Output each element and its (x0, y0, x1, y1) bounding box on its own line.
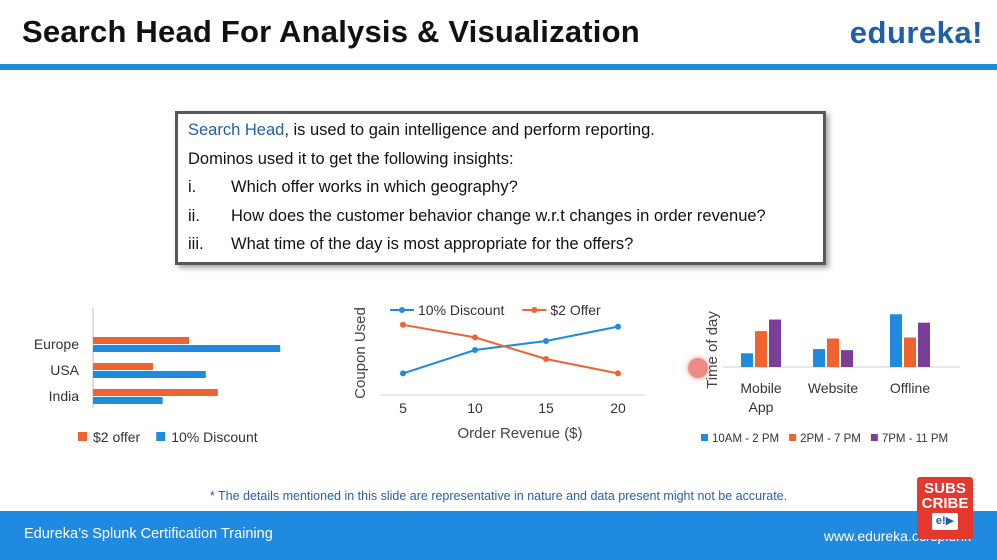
bar (827, 338, 839, 367)
slide-title: Search Head For Analysis & Visualization (22, 14, 640, 49)
tick-label: 15 (538, 400, 554, 416)
legend-label: 7PM - 11 PM (882, 433, 948, 445)
coupon-revenue-chart: 5 10 15 20 Order Revenue ($) Coupon Used 10% D… (352, 302, 645, 442)
search-head-highlight: Search Head (188, 121, 285, 139)
bar (904, 337, 916, 367)
insight-item: ii. How does the customer behavior change… (188, 207, 766, 226)
bar (841, 350, 853, 367)
legend-swatch (156, 432, 166, 441)
legend-marker (531, 307, 538, 313)
subscribe-button[interactable]: SUBS CRIBE e!▶ (917, 477, 973, 539)
bar (93, 389, 218, 396)
data-point (472, 334, 478, 341)
bar (918, 322, 930, 367)
item-number: i. (188, 178, 197, 196)
pointer-highlight (688, 358, 708, 378)
tick-label: 20 (610, 400, 626, 416)
item-number: iii. (188, 235, 204, 253)
bar (741, 353, 753, 367)
bar (813, 349, 825, 367)
category-label: Website (808, 380, 859, 396)
bar (769, 319, 781, 367)
bar (755, 331, 767, 367)
legend-label: 10AM - 2 PM (712, 433, 779, 445)
bar (93, 363, 153, 370)
item-text: What time of the day is most appropriate… (231, 235, 634, 253)
data-point (615, 370, 621, 377)
data-point (543, 356, 549, 362)
footer-course-title: Edureka’s Splunk Certification Training (24, 526, 273, 542)
footnote: * The details mentioned in this slide ar… (209, 489, 788, 503)
insights-box: Search Head, is used to gain intelligenc… (175, 111, 826, 265)
category-label: Mobile App (740, 380, 781, 415)
legend-swatch (78, 432, 87, 441)
legend-swatch (701, 434, 708, 441)
bar (93, 371, 206, 378)
item-text: Which offer works in which geography? (231, 178, 518, 196)
insight-item: i. Which offer works in which geography? (188, 178, 518, 197)
subscribe-text-2: CRIBE (921, 495, 969, 512)
legend-label: $2 Offer (550, 302, 601, 318)
bar (890, 314, 902, 367)
legend-swatch (789, 434, 797, 441)
category-label: India (49, 388, 80, 404)
legend-label: 10% Discount (418, 302, 504, 318)
bar (93, 337, 189, 344)
intro-rest: , is used to gain intelligence and perfo… (284, 121, 655, 139)
category-label: Offline (890, 380, 930, 396)
dominos-line: Dominos used it to get the following ins… (188, 150, 514, 168)
category-label: USA (50, 362, 79, 378)
data-point (400, 321, 406, 328)
data-point (615, 323, 621, 330)
x-axis-label: Order Revenue ($) (457, 425, 582, 442)
tick-label: 10 (467, 400, 483, 416)
data-point (472, 347, 478, 353)
item-number: ii. (188, 207, 200, 225)
legend-marker (399, 307, 405, 313)
slide: Search Head For Analysis & Visualization… (0, 0, 997, 560)
top-divider (0, 64, 997, 70)
y-axis-label: Time of day (704, 311, 721, 389)
data-point (543, 338, 549, 344)
category-label: Europe (34, 336, 79, 352)
play-icon: e!▶ (931, 513, 959, 530)
y-axis-label: Coupon Used (352, 307, 369, 399)
item-text: How does the customer behavior change w.… (231, 207, 766, 225)
edureka-logo: edureka! (849, 15, 983, 50)
legend-label: $2 offer (93, 429, 141, 445)
legend-swatch (870, 434, 878, 441)
bar (93, 397, 163, 404)
legend-label: 10% Discount (171, 429, 257, 445)
data-point (400, 370, 406, 377)
intro-line: Search Head, is used to gain intelligenc… (188, 121, 655, 140)
geography-offer-chart: Europe USA India $2 offer 10% Discount (34, 308, 281, 445)
tick-label: 5 (399, 400, 407, 416)
time-of-day-chart: Mobile App Website Offline Time of day 10AM -… (701, 311, 960, 445)
insight-item: iii. What time of the day is most appropr… (188, 235, 633, 254)
subscribe-text-1: SUBS (924, 480, 966, 497)
bar (93, 345, 281, 352)
legend-label: 2PM - 7 PM (800, 433, 861, 445)
